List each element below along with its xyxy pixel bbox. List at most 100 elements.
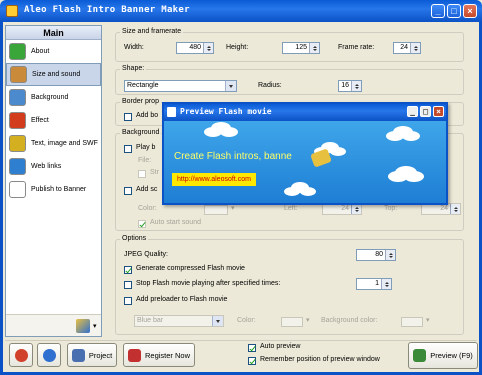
height-spinner[interactable]: 125 (282, 42, 320, 54)
shape-select[interactable]: Rectangle (124, 80, 237, 92)
stop-spin-buttons[interactable] (381, 279, 391, 289)
width-label: Width: (124, 44, 144, 51)
auto-start-sound-checkbox[interactable] (138, 220, 146, 228)
sound-color-label: Color: (138, 205, 157, 212)
preview-icon (413, 349, 427, 362)
close-circle-icon (14, 348, 28, 362)
stretch-label: Str (150, 169, 159, 176)
globe-icon (9, 158, 26, 175)
project-button[interactable]: Project (67, 343, 117, 367)
chevron-down-icon[interactable]: ▾ (93, 322, 97, 330)
top-value: 24 (440, 205, 448, 212)
banner-text: Create Flash intros, banne (174, 151, 292, 162)
height-spin-buttons[interactable] (309, 43, 319, 53)
add-sound-checkbox[interactable] (124, 187, 132, 195)
preview-maximize-button[interactable]: □ (420, 106, 431, 117)
preloader-select[interactable]: Blue bar (134, 315, 224, 327)
sidebar-item-about[interactable]: About (6, 40, 101, 63)
floppy-icon (71, 348, 85, 362)
preview-window-icon (167, 107, 176, 117)
sidebar-item-publish-to-banner[interactable]: Publish to Banner (6, 178, 101, 201)
maple-leaf-icon (9, 112, 26, 129)
radius-spinner[interactable]: 16 (338, 80, 362, 92)
project-label: Project (88, 350, 113, 360)
framerate-spin-buttons[interactable] (410, 43, 420, 53)
sidebar-item-label: Effect (31, 117, 49, 124)
preview-close-button[interactable]: × (433, 106, 444, 117)
width-spinner[interactable]: 480 (176, 42, 214, 54)
help-button[interactable] (37, 343, 61, 367)
play-background-checkbox[interactable] (124, 145, 132, 153)
shape-value: Rectangle (127, 82, 159, 89)
jpeg-quality-spinner[interactable]: 80 (356, 249, 396, 261)
auto-preview-checkbox[interactable] (248, 344, 256, 352)
auto-preview-label: Auto preview (260, 343, 301, 350)
width-value: 480 (189, 44, 201, 51)
stop-times-spinner[interactable]: 1 (356, 278, 392, 290)
close-button[interactable]: × (463, 4, 477, 18)
stretch-checkbox[interactable] (138, 170, 146, 178)
document-icon (9, 181, 26, 198)
framerate-label: Frame rate: (338, 44, 375, 51)
sidebar-item-size-and-sound[interactable]: Size and sound (6, 63, 101, 86)
stop-playing-checkbox[interactable] (124, 281, 132, 289)
chevron-down-icon[interactable] (212, 316, 223, 326)
framerate-spinner[interactable]: 24 (393, 42, 421, 54)
maximize-button[interactable]: □ (447, 4, 461, 18)
cloud-shape (386, 131, 404, 141)
radius-value: 16 (341, 82, 349, 89)
sidebar-item-effect[interactable]: Effect (6, 109, 101, 132)
sidebar-item-background[interactable]: Background (6, 86, 101, 109)
radius-spin-buttons[interactable] (351, 81, 361, 91)
compressed-checkbox[interactable] (124, 266, 132, 274)
add-sound-label: Add sc (136, 186, 158, 193)
app-icon (6, 5, 18, 17)
sidebar-item-web-links[interactable]: Web links (6, 155, 101, 178)
left-value: 24 (341, 205, 349, 212)
size-group-title: Size and framerate (120, 28, 184, 35)
sidebar-item-label: Text, image and SWF (31, 140, 98, 147)
add-border-label: Add bo (136, 112, 159, 119)
preloader-value: Blue bar (137, 317, 164, 324)
preloader-checkbox[interactable] (124, 297, 132, 305)
register-label: Register Now (144, 350, 190, 360)
exit-button[interactable] (9, 343, 33, 367)
left-label: Left: (284, 205, 298, 212)
cloud-shape (388, 171, 408, 182)
chevron-down-icon[interactable]: ▾ (306, 316, 310, 324)
jpeg-quality-value: 80 (375, 251, 383, 258)
sidebar-header: Main (6, 26, 101, 40)
preview-title-bar[interactable]: Preview Flash movie _ □ × (164, 104, 446, 121)
picture-icon (9, 89, 26, 106)
preloader-color-picker[interactable] (281, 317, 303, 327)
sidebar-footer: ▾ (6, 314, 101, 336)
chevron-down-icon[interactable]: ▾ (426, 316, 430, 324)
chevron-down-icon[interactable] (225, 81, 236, 91)
preview-window[interactable]: Preview Flash movie _ □ × Create Flash i… (162, 102, 448, 205)
title-bar: Aleo Flash Intro Banner Maker _ □ × (0, 0, 482, 22)
banner-url[interactable]: http://www.aleosoft.com (172, 173, 256, 186)
register-button[interactable]: Register Now (123, 343, 195, 367)
width-spin-buttons[interactable] (203, 43, 213, 53)
shape-group: Shape: Rectangle Radius: 16 (115, 65, 464, 95)
top-spin-buttons[interactable] (450, 204, 460, 214)
preview-button-label: Preview (F9) (430, 351, 473, 360)
brush-icon[interactable] (76, 319, 90, 333)
sidebar-item-label: About (31, 48, 50, 55)
remember-position-checkbox[interactable] (248, 357, 256, 365)
preview-title: Preview Flash movie (180, 107, 272, 116)
add-border-checkbox[interactable] (124, 113, 132, 121)
preview-button[interactable]: Preview (F9) (408, 342, 478, 369)
preview-minimize-button[interactable]: _ (407, 106, 418, 117)
left-spin-buttons[interactable] (351, 204, 361, 214)
sidebar-item-text-image-and-swf[interactable]: Text, image and SWF (6, 132, 101, 155)
sound-color-picker[interactable] (204, 205, 228, 215)
chevron-down-icon[interactable]: ▾ (231, 204, 235, 212)
radius-label: Radius: (258, 82, 282, 89)
minimize-button[interactable]: _ (431, 4, 445, 18)
palette-icon (10, 66, 27, 83)
height-value: 125 (295, 44, 307, 51)
background-color-picker[interactable] (401, 317, 423, 327)
jpeg-spin-buttons[interactable] (385, 250, 395, 260)
help-icon (42, 348, 56, 362)
